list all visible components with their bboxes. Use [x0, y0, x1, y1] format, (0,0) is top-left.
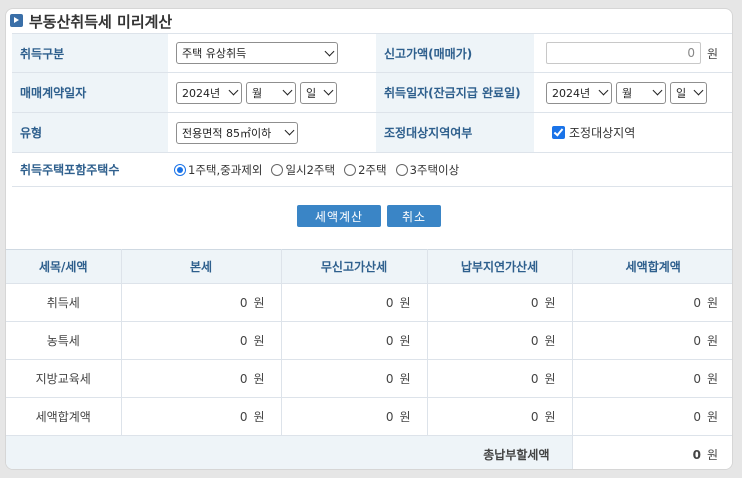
table-row: 취득세 0원 0원 0원 0원: [6, 283, 732, 322]
radio-selected-icon: [174, 163, 186, 176]
col-header-late-penalty: 납부지연가산세: [427, 249, 573, 284]
form-row-dates: 매매계약일자 2024년 월 일 취득일자(잔금지급 완료일) 2024년 월: [12, 73, 732, 113]
cell-value: 0원: [121, 283, 282, 322]
cell-value: 0원: [572, 359, 732, 398]
chevron-down-icon: [282, 85, 293, 96]
title-bar: 부동산취득세 미리계산: [6, 9, 172, 33]
house-count-option-label: 일시2주택: [285, 162, 336, 177]
cell-value: 0원: [281, 283, 428, 322]
contract-year-value: 2024년: [182, 86, 221, 100]
chevron-down-icon: [284, 125, 295, 136]
total-label: 총납부할세액: [6, 435, 573, 469]
cell-value: 0원: [121, 397, 282, 436]
contract-date-label: 매매계약일자: [12, 73, 168, 112]
house-count-radio-3[interactable]: 2주택: [344, 162, 387, 178]
house-count-option-label: 1주택,중과제외: [188, 162, 263, 177]
row-name: 지방교육세: [6, 359, 122, 398]
acq-type-value: 주택 유상취득: [182, 47, 247, 60]
radio-icon: [395, 163, 408, 176]
contract-year-select[interactable]: 2024년: [176, 81, 242, 104]
total-row: 총납부할세액 0원: [6, 435, 732, 469]
result-table: 세목/세액 본세 무신고가산세 납부지연가산세 세액합계액 취득세 0원 0원 …: [6, 249, 732, 469]
cell-value: 0원: [427, 397, 573, 436]
title-arrow-icon: [10, 13, 23, 27]
house-count-radio-4[interactable]: 3주택이상: [395, 162, 460, 178]
acq-date-label: 취득일자(잔금지급 완료일): [376, 73, 534, 112]
acq-type-label: 취득구분: [12, 34, 168, 72]
cell-value: 0원: [427, 321, 573, 360]
page-title: 부동산취득세 미리계산: [29, 12, 173, 31]
cell-value: 0원: [121, 359, 282, 398]
acq-type-select[interactable]: 주택 유상취득: [176, 42, 338, 64]
report-price-label: 신고가액(매매가): [376, 34, 534, 72]
contract-month-select[interactable]: 월: [246, 81, 296, 104]
type-select[interactable]: 전용면적 85㎡이하: [176, 121, 298, 144]
col-header-no-report-penalty: 무신고가산세: [281, 249, 428, 284]
chevron-down-icon: [323, 85, 334, 96]
house-count-option-label: 3주택이상: [409, 162, 460, 177]
result-header-row: 세목/세액 본세 무신고가산세 납부지연가산세 세액합계액: [6, 249, 732, 284]
acq-day-value: 일: [676, 86, 687, 100]
cell-value: 0원: [572, 397, 732, 436]
col-header-sum: 세액합계액: [572, 249, 732, 284]
house-count-option-label: 2주택: [358, 162, 387, 177]
input-form: 취득구분 주택 유상취득 신고가액(매매가) 0 원 매매계약일자 2024년: [12, 33, 732, 187]
acq-year-value: 2024년: [552, 86, 591, 100]
cell-value: 0원: [572, 283, 732, 322]
form-row-type: 유형 전용면적 85㎡이하 조정대상지역여부 조정대상지역: [12, 113, 732, 153]
table-row: 세액합계액 0원 0원 0원 0원: [6, 397, 732, 436]
cell-value: 0원: [281, 321, 428, 360]
acq-month-select[interactable]: 월: [616, 81, 666, 104]
contract-day-select[interactable]: 일: [300, 81, 337, 104]
col-header-base-tax: 본세: [121, 249, 282, 284]
adjust-area-checkbox[interactable]: [552, 126, 565, 139]
house-count-radio-2[interactable]: 일시2주택: [271, 162, 335, 178]
radio-icon: [344, 163, 357, 176]
cell-value: 0원: [427, 359, 573, 398]
chevron-down-icon: [324, 46, 335, 56]
won-unit: 원: [707, 46, 719, 61]
row-name: 세액합계액: [6, 397, 122, 436]
chevron-down-icon: [652, 85, 663, 96]
acq-year-select[interactable]: 2024년: [546, 81, 612, 104]
radio-icon: [271, 163, 284, 176]
calculate-button[interactable]: 세액계산: [297, 205, 381, 227]
adjust-area-label: 조정대상지역여부: [376, 113, 534, 152]
type-label: 유형: [12, 113, 168, 152]
house-count-label: 취득주택포함주택수: [12, 153, 168, 186]
button-bar: 세액계산 취소: [6, 205, 732, 227]
total-value: 0원: [572, 435, 732, 469]
form-row-house-count: 취득주택포함주택수 1주택,중과제외 일시2주택 2주택 3주택이상: [12, 153, 732, 187]
acq-month-value: 월: [622, 86, 633, 100]
form-row-acq-type: 취득구분 주택 유상취득 신고가액(매매가) 0 원: [12, 33, 732, 73]
type-value: 전용면적 85㎡이하: [182, 126, 272, 140]
cell-value: 0원: [121, 321, 282, 360]
report-price-input[interactable]: 0: [546, 42, 701, 64]
chevron-down-icon: [693, 85, 704, 96]
table-row: 지방교육세 0원 0원 0원 0원: [6, 359, 732, 398]
row-name: 취득세: [6, 283, 122, 322]
house-count-radio-1[interactable]: 1주택,중과제외: [174, 162, 262, 178]
cell-value: 0원: [427, 283, 573, 322]
contract-month-value: 월: [252, 86, 263, 100]
cell-value: 0원: [281, 359, 428, 398]
col-header-item: 세목/세액: [6, 249, 122, 284]
chevron-down-icon: [598, 85, 609, 96]
contract-day-value: 일: [306, 86, 317, 100]
row-name: 농특세: [6, 321, 122, 360]
cancel-button[interactable]: 취소: [387, 205, 441, 227]
cell-value: 0원: [281, 397, 428, 436]
calculator-panel: 부동산취득세 미리계산 취득구분 주택 유상취득 신고가액(매매가) 0 원 매…: [5, 8, 733, 470]
adjust-area-check-label: 조정대상지역: [569, 126, 636, 140]
acq-day-select[interactable]: 일: [670, 81, 707, 104]
table-row: 농특세 0원 0원 0원 0원: [6, 321, 732, 360]
chevron-down-icon: [228, 85, 239, 96]
cell-value: 0원: [572, 321, 732, 360]
